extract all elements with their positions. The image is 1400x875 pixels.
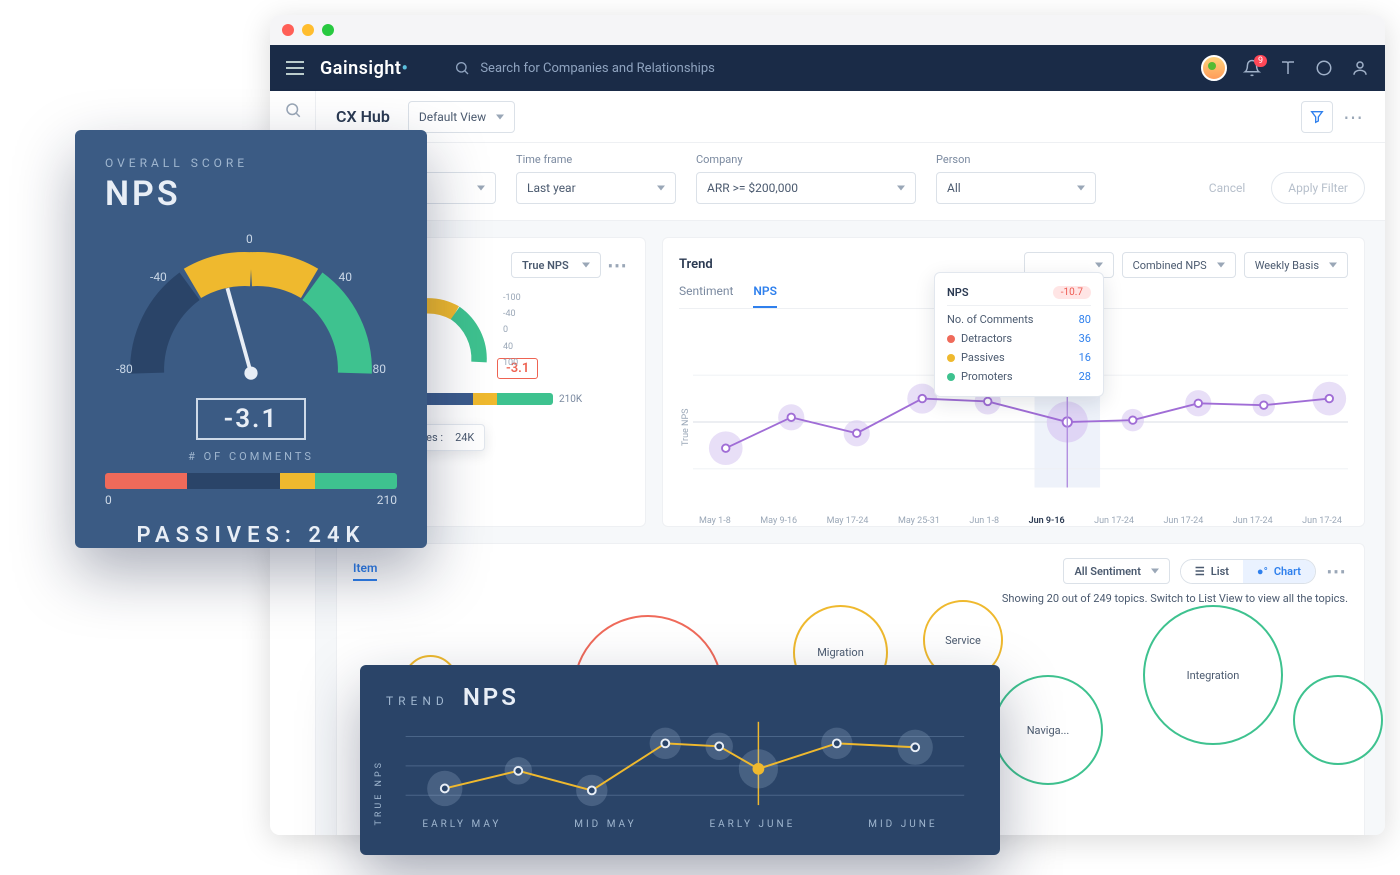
window-max-icon[interactable]: [322, 24, 334, 36]
view-toggle: ☰List ●°Chart: [1180, 559, 1316, 584]
cancel-button[interactable]: Cancel: [1193, 172, 1262, 204]
title-bar: [270, 15, 1385, 45]
trend-tooltip: NPS -10.7 No. of Comments80 Detractors36…: [934, 272, 1104, 397]
window-close-icon[interactable]: [282, 24, 294, 36]
trend-xaxis: May 1-8May 9-16May 17-24May 25-31Jun 1-8…: [693, 516, 1348, 526]
window-min-icon[interactable]: [302, 24, 314, 36]
timeframe-select[interactable]: Last year: [516, 172, 676, 204]
topics-more-icon[interactable]: ⋯: [1326, 559, 1348, 583]
filter-label-person: Person: [936, 153, 1096, 166]
filter-label-company: Company: [696, 153, 916, 166]
apply-filter-button[interactable]: Apply Filter: [1271, 172, 1365, 204]
bubble-integration[interactable]: Integration: [1143, 605, 1283, 745]
search-placeholder: Search for Companies and Relationships: [480, 61, 715, 76]
page-title: CX Hub: [336, 107, 390, 126]
filter-label-timeframe: Time frame: [516, 153, 676, 166]
menu-icon[interactable]: [286, 61, 304, 75]
trend-ylabel: True NPS: [679, 328, 693, 526]
brand-accent: •: [401, 58, 408, 79]
overlay-passives: PASSIVES: 24K: [105, 523, 397, 548]
overlay-trend-ylabel: TRUE NPS: [374, 760, 384, 826]
overlay-trend-xaxis: EARLY MAY MID MAY EARLY JUNE MID JUNE: [386, 819, 974, 830]
overlay-score-card: OVERALL SCORE NPS -80 -40 0 40 80 -3.1 #…: [75, 130, 427, 548]
overlay-score-title: NPS: [105, 174, 397, 214]
view-select[interactable]: Default View: [408, 101, 515, 133]
overlay-gauge: -80 -40 0 40 80: [106, 222, 396, 392]
top-nav: Gainsight• Search for Companies and Rela…: [270, 45, 1385, 91]
global-search[interactable]: Search for Companies and Relationships: [424, 60, 1185, 76]
overlay-trend-card: TREND NPS TRUE NPS EARLY MAY MID MAY EAR…: [360, 665, 1000, 855]
overlay-trend-chart: [386, 711, 974, 811]
company-select[interactable]: ARR >= $200,000: [696, 172, 916, 204]
overlay-comments-bar: [105, 473, 397, 489]
list-view-button[interactable]: ☰List: [1181, 560, 1243, 583]
showing-text: Showing 20 out of 249 topics. Switch to …: [353, 592, 1348, 605]
tab-nps[interactable]: NPS: [753, 284, 777, 308]
bubble-naviga[interactable]: Naviga...: [993, 675, 1103, 785]
rail-search-icon[interactable]: [284, 101, 302, 119]
overlay-score-value: -3.1: [196, 398, 306, 440]
filter-icon[interactable]: [1301, 101, 1333, 133]
overview-more-icon[interactable]: ⋯: [607, 253, 629, 277]
page-header: CX Hub Default View ⋯: [316, 91, 1385, 143]
sentiment-select[interactable]: All Sentiment: [1063, 558, 1169, 584]
overlay-comments-label: # OF COMMENTS: [105, 450, 397, 463]
tab-item[interactable]: Item: [353, 561, 377, 581]
notif-badge: 9: [1254, 55, 1267, 67]
more-icon[interactable]: ⋯: [1343, 105, 1365, 129]
filter-bar: Source Time frame Last year Company ARR …: [316, 143, 1385, 221]
brand-logo[interactable]: Gainsight•: [320, 58, 408, 79]
tab-sentiment[interactable]: Sentiment: [679, 284, 733, 308]
combined-nps-select[interactable]: Combined NPS: [1122, 252, 1236, 278]
overlay-trend-label: TREND: [386, 694, 449, 708]
book-icon[interactable]: [1279, 59, 1297, 77]
bell-icon[interactable]: 9: [1243, 59, 1261, 77]
bubble-unnamed-3[interactable]: [1293, 675, 1383, 765]
trend-card: Trend ⋯ Sentiment NPS Combined NPS Weekl…: [662, 237, 1365, 527]
profile-icon[interactable]: [1351, 59, 1369, 77]
overlay-trend-title: NPS: [463, 683, 519, 711]
overview-metric-select[interactable]: True NPS: [511, 252, 601, 278]
trend-title: Trend: [679, 257, 713, 272]
chart-view-button[interactable]: ●°Chart: [1243, 560, 1315, 583]
help-icon[interactable]: [1315, 59, 1333, 77]
overlay-score-label: OVERALL SCORE: [105, 156, 397, 170]
nav-icons: 9: [1243, 59, 1369, 77]
person-select[interactable]: All: [936, 172, 1096, 204]
brand-text: Gainsight: [320, 58, 401, 79]
search-icon: [454, 60, 470, 76]
basis-select[interactable]: Weekly Basis: [1244, 252, 1348, 278]
avatar[interactable]: [1201, 55, 1227, 81]
